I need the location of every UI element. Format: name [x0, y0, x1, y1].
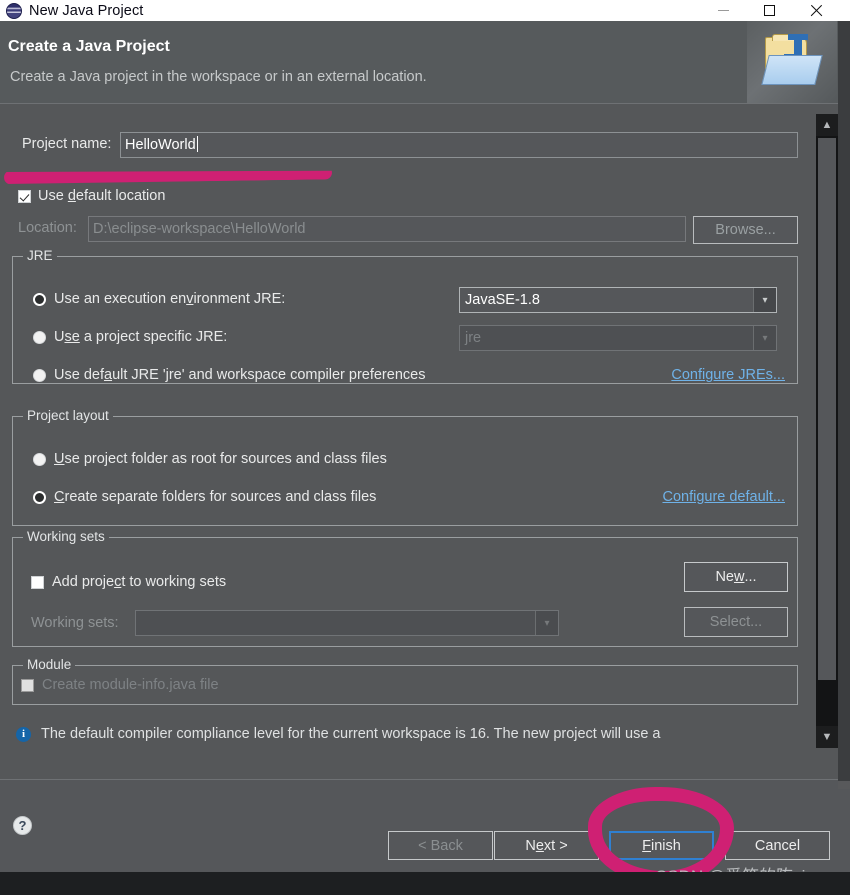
info-icon: i	[16, 726, 31, 742]
new-java-project-dialog: New Java Project Create a Java Project C…	[0, 0, 850, 895]
page-title: Create a Java Project	[8, 38, 170, 55]
execution-environment-combo[interactable]: JavaSE-1.8 ▾	[459, 287, 777, 313]
status-message: The default compiler compliance level fo…	[41, 726, 661, 742]
project-name-label: Project name:	[22, 136, 112, 152]
create-module-info-row[interactable]: Create module-info.java file	[21, 677, 219, 693]
maximize-button[interactable]	[746, 0, 792, 21]
location-label: Location:	[18, 220, 77, 236]
location-row: Location: D:\eclipse-workspace\HelloWorl…	[0, 216, 810, 244]
execution-environment-value: JavaSE-1.8	[465, 292, 540, 308]
layout-option-separate-folders[interactable]: Create separate folders for sources and …	[33, 489, 376, 505]
add-project-to-working-sets-checkbox[interactable]	[31, 575, 44, 589]
jre-execution-environment-label: Use an execution environment JRE:	[54, 291, 286, 307]
project-specific-jre-combo[interactable]: jre ▾	[459, 325, 777, 351]
text-caret	[196, 136, 198, 152]
jre-project-specific-radio[interactable]	[33, 330, 46, 344]
cancel-button[interactable]: Cancel	[725, 831, 830, 860]
jre-execution-environment-radio[interactable]	[33, 292, 46, 306]
scroll-down-button[interactable]: ▼	[816, 726, 838, 748]
project-name-value: HelloWorld	[125, 137, 196, 153]
chevron-down-icon[interactable]: ▾	[535, 611, 558, 635]
vertical-scrollbar[interactable]: ▲ ▼	[816, 114, 838, 748]
eclipse-icon	[6, 2, 22, 19]
module-group: Module Create module-info.java file	[12, 657, 798, 705]
project-name-row: Project name: HelloWorld	[0, 132, 810, 158]
project-name-input[interactable]: HelloWorld	[120, 132, 798, 158]
minimize-button[interactable]	[700, 0, 746, 21]
working-sets-combo[interactable]: ▾	[135, 610, 559, 636]
right-gutter	[838, 0, 850, 895]
close-button[interactable]	[792, 0, 838, 21]
use-default-location-checkbox[interactable]	[18, 189, 31, 203]
jre-option-execution-environment[interactable]: Use an execution environment JRE:	[33, 291, 285, 307]
window-controls	[700, 0, 838, 21]
add-project-to-working-sets-row[interactable]: Add project to working sets	[31, 574, 226, 590]
title-bar: New Java Project	[0, 0, 838, 21]
working-sets-group: Working sets Add project to working sets…	[12, 529, 798, 647]
project-specific-jre-value: jre	[465, 330, 482, 346]
window-title: New Java Project	[29, 2, 144, 19]
status-message-row: i The default compiler compliance level …	[16, 726, 661, 742]
configure-default-link[interactable]: Configure default...	[662, 489, 785, 505]
add-project-to-working-sets-label: Add project to working sets	[52, 574, 227, 590]
chevron-down-icon[interactable]: ▾	[753, 326, 776, 350]
scrollbar-thumb[interactable]	[818, 138, 836, 680]
create-module-info-checkbox[interactable]	[21, 678, 34, 692]
select-working-set-button[interactable]: Select...	[684, 607, 788, 637]
jre-group-title: JRE	[23, 248, 57, 263]
dialog-body: Project name: HelloWorld Use default loc…	[0, 104, 838, 779]
project-layout-group-title: Project layout	[23, 408, 113, 423]
configure-jres-link[interactable]: Configure JREs...	[671, 367, 785, 383]
new-working-set-button[interactable]: Ne w...	[684, 562, 788, 592]
working-sets-combo-label: Working sets:	[31, 615, 119, 631]
java-project-folder-icon	[747, 21, 837, 103]
chevron-down-icon[interactable]: ▾	[753, 288, 776, 312]
browse-button[interactable]: Browse...	[693, 216, 798, 244]
use-default-location-label: Use default location	[38, 188, 166, 204]
create-module-info-label: Create module-info.java file	[42, 677, 219, 693]
bottom-strip	[0, 872, 850, 895]
help-icon[interactable]: ?	[13, 816, 32, 835]
project-layout-group: Project layout Use project folder as roo…	[12, 408, 798, 526]
jre-project-specific-label: Use a project specific JRE:	[54, 329, 228, 345]
use-default-location-row[interactable]: Use default location	[18, 188, 165, 204]
layout-project-folder-label: Use project folder as root for sources a…	[54, 451, 387, 467]
back-button[interactable]: < Back	[388, 831, 493, 860]
jre-option-project-specific[interactable]: Use a project specific JRE:	[33, 329, 227, 345]
close-icon	[809, 4, 822, 17]
maximize-icon	[763, 5, 775, 16]
jre-option-default[interactable]: Use default JRE 'jre' and workspace comp…	[33, 367, 425, 383]
location-input[interactable]: D:\eclipse-workspace\HelloWorld	[88, 216, 686, 242]
layout-separate-folders-label: Create separate folders for sources and …	[54, 489, 377, 505]
minimize-icon	[717, 10, 729, 11]
location-value: D:\eclipse-workspace\HelloWorld	[93, 221, 306, 237]
next-button[interactable]: Ne xt >	[494, 831, 599, 860]
layout-option-project-folder-root[interactable]: Use project folder as root for sources a…	[33, 451, 387, 467]
layout-project-folder-radio[interactable]	[33, 452, 46, 466]
working-sets-group-title: Working sets	[23, 529, 109, 544]
module-group-title: Module	[23, 657, 76, 672]
scroll-up-button[interactable]: ▲	[816, 114, 838, 136]
jre-default-radio[interactable]	[33, 368, 46, 382]
jre-default-label: Use default JRE 'jre' and workspace comp…	[54, 367, 426, 383]
page-subtitle: Create a Java project in the workspace o…	[10, 69, 427, 85]
layout-separate-folders-radio[interactable]	[33, 490, 46, 504]
dialog-banner: Create a Java Project Create a Java proj…	[0, 21, 838, 104]
jre-group: JRE Use an execution environment JRE: Us…	[12, 248, 798, 384]
